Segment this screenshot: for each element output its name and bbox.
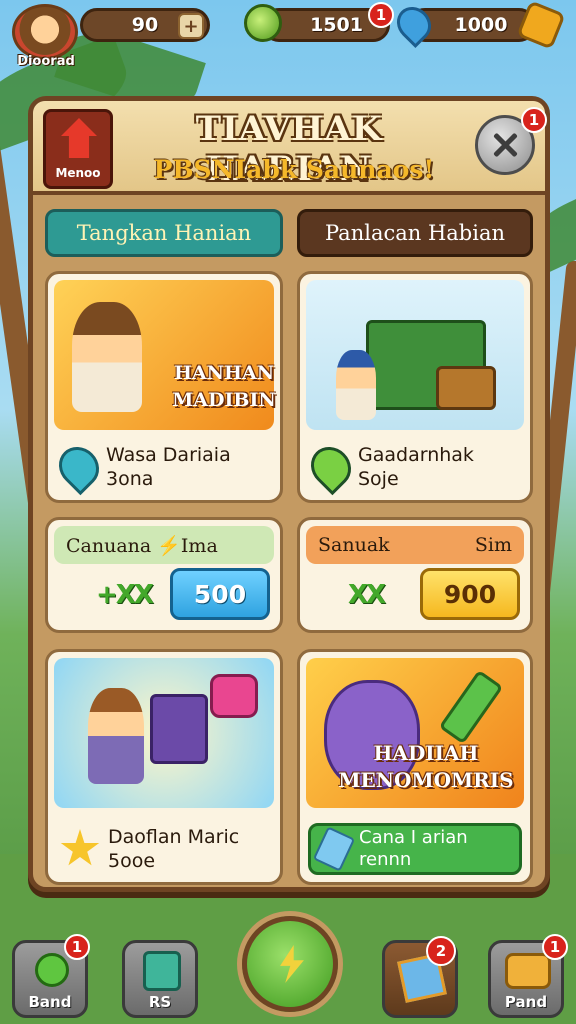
task-card[interactable]: HANHAN MADIBIN Wasa Dariaia 3ona — [45, 271, 283, 503]
task-card[interactable]: Gaadarnhak Soje — [297, 271, 533, 503]
task-card-text: Wasa Dariaia 3ona — [106, 444, 231, 490]
key-icon — [35, 953, 69, 987]
explorer-character — [72, 302, 142, 412]
kid-character — [336, 350, 376, 420]
task-card[interactable]: HADIIAH MENOMOMRIS Cana I arian rennn — [297, 649, 533, 885]
reward-header: Canuana ⚡Ima — [54, 526, 274, 564]
nav-label: Pand — [504, 993, 548, 1011]
task-card-art — [54, 658, 274, 808]
pink-flag-icon — [210, 674, 258, 718]
panel-header: Menoo TIAVHAK HARIAN PBSNIabk Saunaos! 1 — [33, 101, 547, 195]
treasure-chest — [436, 366, 496, 410]
green-crystal-icon — [438, 669, 504, 745]
energy-value: 1000 — [454, 14, 508, 36]
reward-title-right: Sim — [474, 534, 512, 556]
gem-notification-badge: 1 — [368, 2, 394, 28]
close-notification-badge: 1 — [521, 107, 547, 133]
gem-value: 1501 — [310, 14, 363, 36]
task-card-caption: Daoflan Maric 5ooe — [48, 816, 280, 882]
reward-row[interactable]: Sanuak Sim XX 900 — [297, 517, 533, 633]
task-card-text: Cana I arian rennn — [359, 827, 468, 870]
claim-task-button[interactable]: Cana I arian rennn — [308, 823, 522, 875]
page-subtitle: PBSNIabk Saunaos! — [153, 155, 435, 184]
task-card-caption: Gaadarnhak Soje — [300, 434, 530, 500]
reward-row[interactable]: Canuana ⚡Ima +XX 500 — [45, 517, 283, 633]
task-card-caption: Cana I arian rennn — [300, 816, 530, 882]
play-button[interactable] — [242, 916, 338, 1012]
task-card-art: HADIIAH MENOMOMRIS — [306, 658, 524, 808]
nav-notification-badge: 2 — [426, 936, 456, 966]
card-art-label: HADIIAH MENOMOMRIS — [338, 741, 514, 792]
nav-notification-badge: 1 — [64, 934, 90, 960]
star-icon — [60, 829, 100, 866]
crystal-icon — [312, 826, 356, 872]
explorer-character — [88, 688, 144, 784]
tab-daily-tasks[interactable]: Tangkan Hanian — [45, 209, 283, 257]
reward-header: Sanuak Sim — [306, 526, 524, 564]
puzzle-icon — [505, 953, 551, 989]
home-button[interactable]: Menoo — [43, 109, 113, 189]
home-label: Menoo — [55, 166, 101, 180]
claim-reward-button[interactable]: 900 — [420, 568, 520, 620]
reward-multiplier: +XX — [96, 580, 154, 610]
reward-title: Sanuak — [318, 534, 390, 556]
nav-button-rs[interactable]: RS — [122, 940, 198, 1018]
location-pin-icon — [302, 438, 360, 496]
nav-notification-badge: 1 — [542, 934, 568, 960]
task-card-text: Daoflan Maric 5ooe — [108, 826, 240, 872]
checklist-icon — [143, 951, 181, 991]
avatar-name: Dioorad — [17, 54, 75, 69]
coin-value: 90 — [131, 14, 159, 36]
tab-daily-rewards[interactable]: Panlacan Habian — [297, 209, 533, 257]
card-art-label: HANHAN MADIBIN — [172, 362, 276, 411]
task-card[interactable]: Daoflan Maric 5ooe — [45, 649, 283, 885]
nav-label: RS — [148, 993, 172, 1011]
location-pin-icon — [50, 438, 108, 496]
avatar[interactable] — [12, 4, 78, 60]
reward-multiplier: XX — [348, 580, 386, 610]
gem-icon — [244, 4, 282, 42]
nav-label: Band — [28, 993, 72, 1011]
coin-counter: 90 + — [80, 8, 210, 42]
add-coins-button[interactable]: + — [178, 13, 204, 39]
daily-tasks-panel: Menoo TIAVHAK HARIAN PBSNIabk Saunaos! 1… — [28, 96, 550, 892]
task-card-text: Gaadarnhak Soje — [358, 444, 474, 490]
task-card-art — [306, 280, 524, 430]
claim-reward-button[interactable]: 500 — [170, 568, 270, 620]
lightning-icon — [280, 945, 304, 983]
top-bar: Dioorad 90 + 1501 1 1000 — [0, 0, 576, 78]
reward-title: Canuana ⚡Ima — [66, 534, 218, 557]
purple-box — [150, 694, 208, 764]
task-card-caption: Wasa Dariaia 3ona — [48, 434, 280, 500]
home-icon — [61, 118, 97, 158]
task-card-art: HANHAN MADIBIN — [54, 280, 276, 430]
